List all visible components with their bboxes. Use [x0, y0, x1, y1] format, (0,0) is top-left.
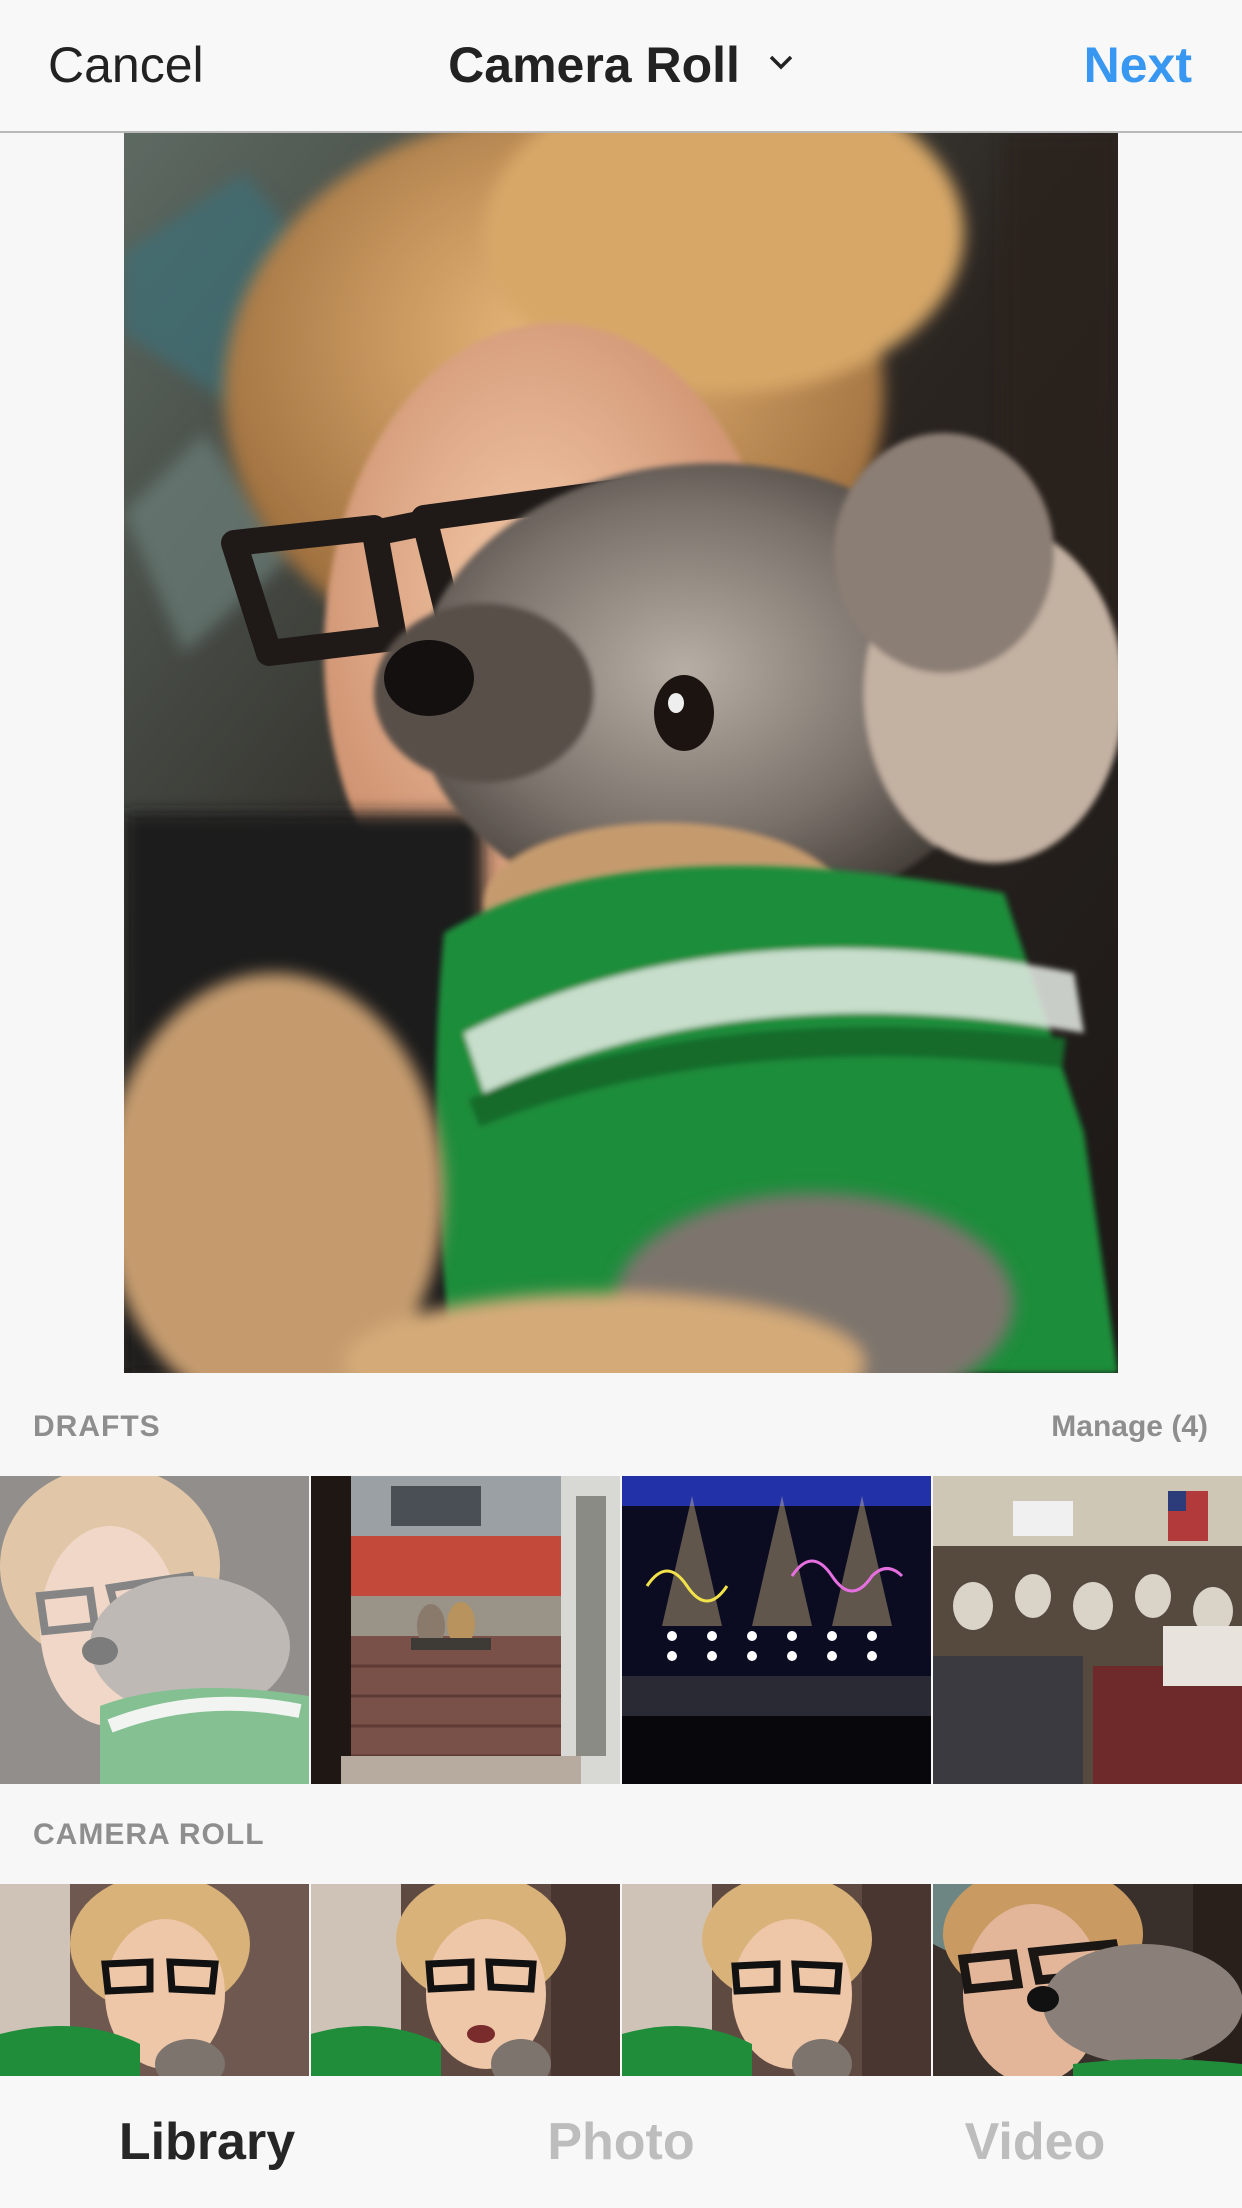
- drafts-row: [0, 1476, 1242, 1784]
- bottom-tab-bar: Library Photo Video: [0, 2076, 1242, 2208]
- tab-photo[interactable]: Photo: [414, 2112, 828, 2172]
- camera-roll-label: CAMERA ROLL: [33, 1818, 265, 1851]
- drafts-section-header: DRAFTS Manage (4): [0, 1402, 1242, 1452]
- camera-roll-row: [0, 1884, 1242, 2076]
- woman-with-dog-photo: [124, 133, 1118, 1373]
- camera-roll-thumbnail-2[interactable]: [311, 1884, 620, 2076]
- next-button[interactable]: Next: [1084, 36, 1192, 94]
- draft-thumbnail-woman-with-dog[interactable]: [0, 1476, 309, 1784]
- camera-roll-thumbnail-1[interactable]: [0, 1884, 309, 2076]
- album-picker[interactable]: Camera Roll: [0, 36, 1242, 94]
- drafts-label: DRAFTS: [33, 1410, 161, 1443]
- draft-thumbnail-banquet-hall[interactable]: [933, 1476, 1242, 1784]
- album-title: Camera Roll: [448, 37, 740, 93]
- camera-roll-thumbnail-4[interactable]: [933, 1884, 1242, 2076]
- draft-thumbnail-dogs-at-door[interactable]: [311, 1476, 620, 1784]
- manage-drafts-button[interactable]: Manage (4): [1051, 1410, 1208, 1444]
- top-navigation-bar: Cancel Camera Roll Next: [0, 0, 1242, 133]
- chevron-down-icon: [769, 55, 793, 70]
- tab-video[interactable]: Video: [828, 2112, 1242, 2172]
- selected-photo-preview[interactable]: [124, 133, 1118, 1373]
- draft-thumbnail-concert[interactable]: [622, 1476, 931, 1784]
- tab-library[interactable]: Library: [0, 2112, 414, 2172]
- camera-roll-thumbnail-3[interactable]: [622, 1884, 931, 2076]
- camera-roll-section-header: CAMERA ROLL: [0, 1810, 1242, 1860]
